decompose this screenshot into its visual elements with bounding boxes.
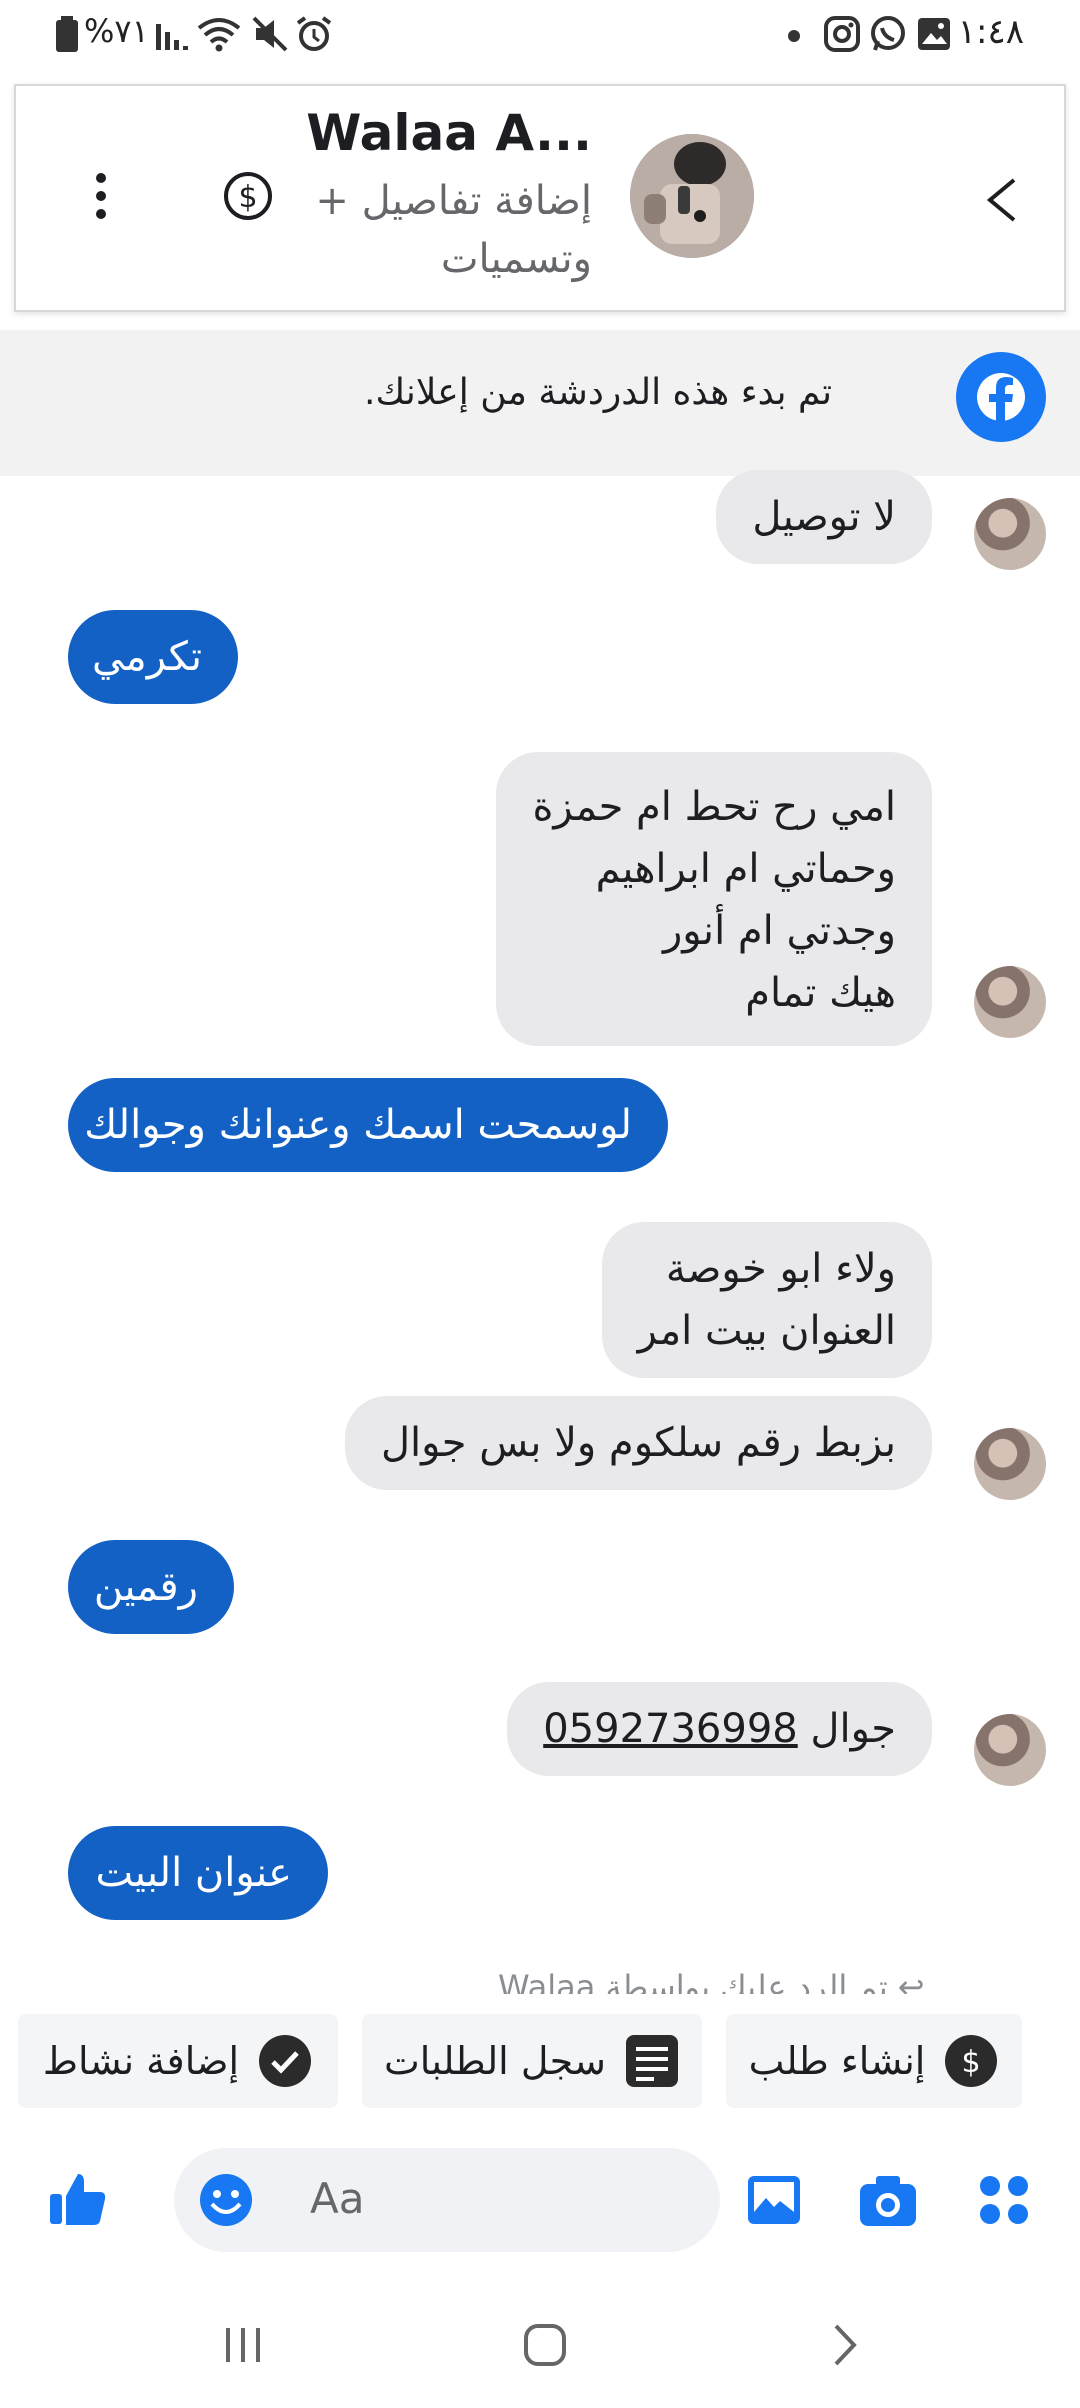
dot-icon [788, 30, 800, 42]
wifi-icon [197, 18, 241, 52]
alarm-icon [296, 16, 332, 51]
gallery-icon[interactable] [744, 2170, 804, 2230]
facebook-icon [956, 352, 1046, 442]
message-incoming[interactable]: ولاء ابو خوصة العنوان بيت امر [601, 1222, 932, 1378]
message-incoming[interactable]: امي رح تحط ام حمزة وحماتي ام ابراهيم وجد… [496, 752, 932, 1046]
order-history-button[interactable]: سجل الطلبات [362, 2014, 702, 2108]
message-text: لا توصيل [752, 494, 896, 540]
add-labels-link[interactable]: وتسميات [441, 236, 592, 282]
battery-icon [56, 16, 78, 52]
instagram-icon [824, 16, 860, 52]
message-incoming[interactable]: لا توصيل [716, 470, 932, 564]
apps-grid-icon[interactable] [976, 2172, 1032, 2228]
order-history-label: سجل الطلبات [384, 2039, 606, 2083]
ad-origin-text: .تم بدء هذه الدردشة من إعلانك [364, 372, 832, 413]
dollar-icon[interactable]: $ [216, 164, 280, 228]
replied-by-text: تم الرد عليك بواسطة Walaa [498, 1968, 888, 1994]
reply-arrow-icon: ↩ [887, 1968, 925, 1994]
mute-icon [252, 16, 288, 52]
dollar-circle-icon: $ [945, 2035, 998, 2087]
message-input[interactable]: Aa [174, 2148, 720, 2252]
message-line: العنوان بيت امر [637, 1308, 896, 1354]
message-outgoing[interactable]: عنوان البيت [68, 1826, 328, 1920]
sender-avatar [974, 1428, 1046, 1500]
camera-icon[interactable] [856, 2170, 920, 2230]
message-text: جوال [797, 1706, 896, 1752]
thumbs-up-icon[interactable] [46, 2166, 110, 2230]
svg-text:$: $ [962, 2045, 981, 2080]
back-nav-icon[interactable] [820, 2320, 870, 2370]
list-document-icon [625, 2035, 678, 2087]
message-outgoing[interactable]: تكرمي [68, 610, 238, 704]
emoji-icon[interactable] [198, 2172, 254, 2228]
message-line: هيك تمام [745, 970, 896, 1016]
checkmark-circle-icon [259, 2035, 312, 2087]
add-details-link[interactable]: + إضافة تفاصيل [315, 178, 592, 224]
system-nav-bar [0, 2290, 1080, 2408]
contact-avatar[interactable] [630, 134, 754, 258]
create-order-button[interactable]: $ إنشاء طلب [726, 2014, 1022, 2108]
whatsapp-icon [871, 16, 905, 51]
message-outgoing[interactable]: لوسمحت اسمك وعنوانك وجوالك [68, 1078, 668, 1172]
svg-text:$: $ [238, 180, 257, 215]
message-text: رقمين [93, 1564, 198, 1610]
sender-avatar [974, 966, 1046, 1038]
battery-percent: %٧١ [84, 12, 149, 50]
create-order-label: إنشاء طلب [748, 2039, 926, 2083]
message-line: وجدتي ام أنور [662, 908, 896, 954]
avatar-photo-icon [630, 134, 754, 258]
ad-origin-banner: .تم بدء هذه الدردشة من إعلانك [0, 330, 1080, 476]
sender-avatar [974, 498, 1046, 570]
chat-header: Walaa A... + إضافة تفاصيل وتسميات $ [14, 84, 1066, 312]
message-incoming[interactable]: بزبط رقم سلكوم ولا بس جوال [344, 1396, 932, 1490]
clock: ١:٤٨ [957, 12, 1024, 52]
message-text: تكرمي [91, 634, 202, 680]
message-text: بزبط رقم سلكوم ولا بس جوال [380, 1420, 896, 1466]
contact-name[interactable]: Walaa A... [306, 104, 592, 162]
message-text: عنوان البيت [95, 1850, 292, 1896]
replied-by-note: ↩ تم الرد عليك بواسطة Walaa [498, 1968, 925, 1994]
gallery-icon [918, 18, 950, 50]
message-line: امي رح تحط ام حمزة [532, 784, 896, 830]
recent-apps-icon[interactable] [218, 2320, 268, 2370]
add-activity-button[interactable]: إضافة نشاط [18, 2014, 338, 2108]
input-placeholder: Aa [310, 2174, 365, 2223]
status-bar: %٧١ ١:٤٨ [0, 0, 1080, 72]
message-line: ولاء ابو خوصة [665, 1246, 896, 1292]
message-incoming[interactable]: جوال 0592736998 [507, 1682, 932, 1776]
phone-number-link[interactable]: 0592736998 [543, 1706, 798, 1752]
message-line: وحماتي ام ابراهيم [595, 846, 896, 892]
sender-avatar [974, 1714, 1046, 1786]
home-icon[interactable] [520, 2320, 570, 2370]
more-options-icon[interactable] [76, 164, 126, 228]
message-text: لوسمحت اسمك وعنوانك وجوالك [84, 1102, 632, 1148]
signal-icon [156, 24, 188, 50]
message-outgoing[interactable]: رقمين [68, 1540, 234, 1634]
back-arrow-icon[interactable] [976, 170, 1036, 230]
add-activity-label: إضافة نشاط [42, 2039, 240, 2083]
